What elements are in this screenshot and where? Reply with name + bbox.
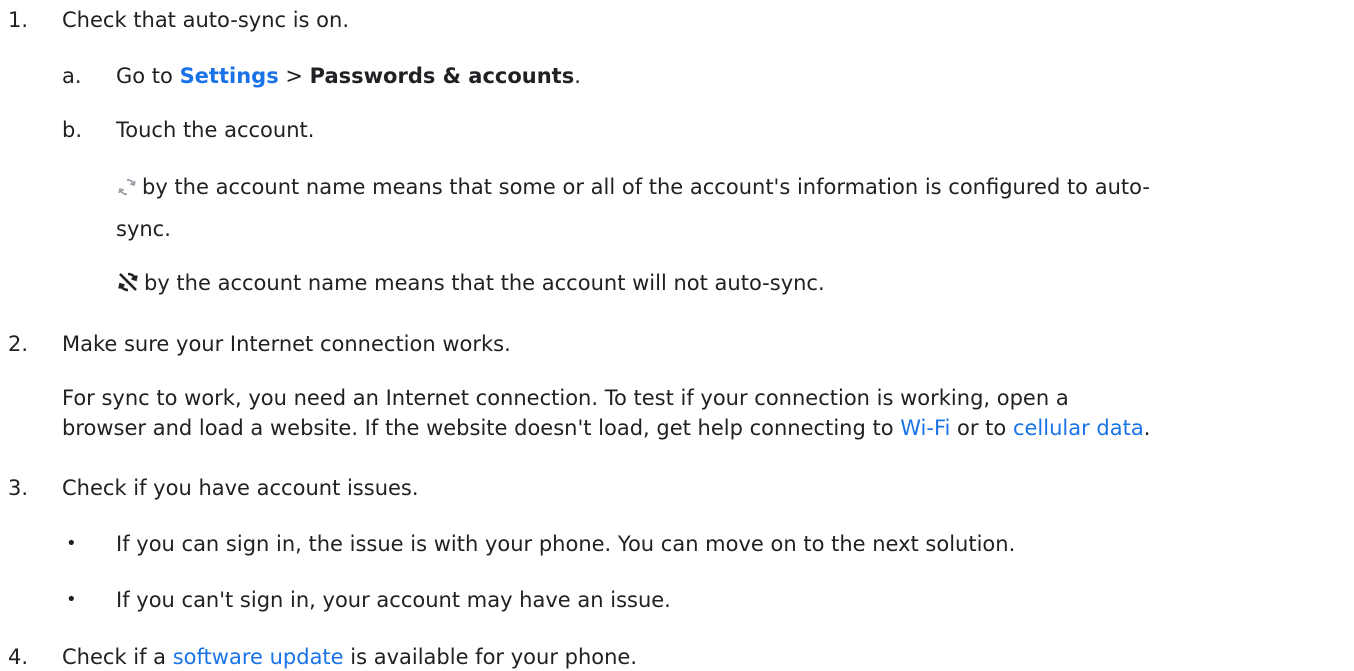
wifi-link[interactable]: Wi-Fi — [900, 416, 950, 440]
substep-a-text: Go to Settings > Passwords & accounts. — [116, 62, 581, 90]
step-4-text: Check if a software update is available … — [62, 643, 637, 671]
cellular-data-link[interactable]: cellular data — [1013, 416, 1144, 440]
sync-icon — [116, 176, 138, 205]
step-1-number: 1. — [8, 8, 29, 32]
settings-link[interactable]: Settings — [180, 64, 279, 88]
substep-a-marker: a. — [62, 64, 82, 88]
sync-on-line1: by the account name means that some or a… — [142, 175, 1150, 199]
step-2-text: Make sure your Internet connection works… — [62, 332, 511, 356]
step-4-number: 4. — [8, 645, 29, 669]
step-3-text: Check if you have account issues. — [62, 476, 419, 500]
sync-on-line2: sync. — [116, 217, 171, 241]
sync-on-note: by the account name means that some or a… — [116, 173, 1150, 205]
sync-off-icon — [116, 270, 140, 301]
step-2-para-line1: For sync to work, you need an Internet c… — [62, 386, 1069, 410]
substep-b-marker: b. — [62, 118, 83, 142]
step-4-post: is available for your phone. — [343, 645, 638, 669]
substep-a-pre: Go to — [116, 64, 180, 88]
step-2-para-line2: browser and load a website. If the websi… — [62, 414, 1150, 442]
para-line2-pre: browser and load a website. If the websi… — [62, 416, 901, 440]
para-line2-post: . — [1143, 416, 1151, 440]
para-line2-mid: or to — [950, 416, 1013, 440]
substep-a-post: . — [574, 64, 581, 88]
software-update-link[interactable]: software update — [173, 645, 344, 669]
sync-off-note: by the account name means that the accou… — [116, 269, 825, 301]
sync-off-text: by the account name means that the accou… — [144, 271, 825, 295]
bullet-marker: • — [66, 533, 77, 554]
step-3-number: 3. — [8, 476, 29, 500]
substep-b-text: Touch the account. — [116, 118, 315, 142]
bullet-1-text: If you can sign in, the issue is with yo… — [116, 532, 1016, 556]
bullet-marker: • — [66, 589, 77, 610]
substep-a-sep: > — [278, 64, 310, 88]
step-2-number: 2. — [8, 332, 29, 356]
step-1-text: Check that auto-sync is on. — [62, 8, 350, 32]
step-4-pre: Check if a — [62, 645, 173, 669]
passwords-accounts-label: Passwords & accounts — [309, 64, 575, 88]
bullet-2-text: If you can't sign in, your account may h… — [116, 588, 671, 612]
